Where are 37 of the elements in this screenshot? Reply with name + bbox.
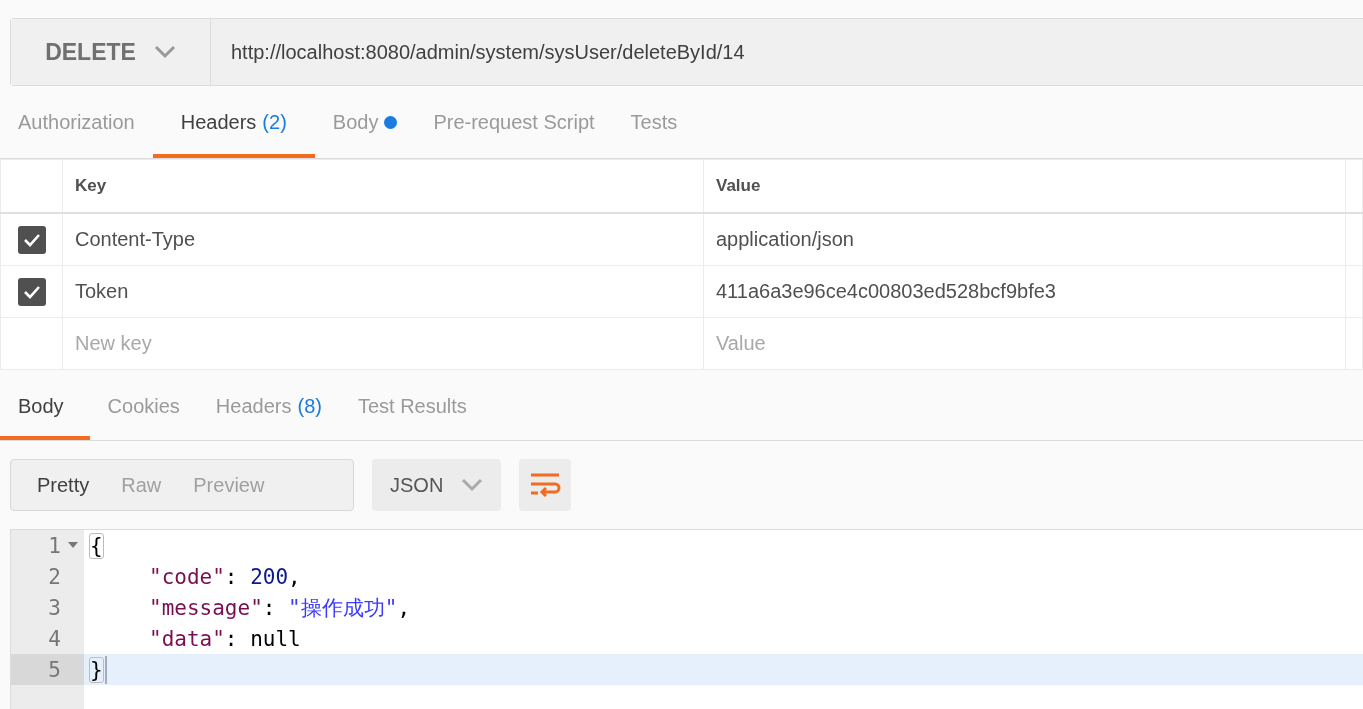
code-line: "code": 200, (148, 563, 302, 591)
checkmark-icon (22, 284, 41, 299)
line-number: 1 (11, 530, 84, 561)
header-value[interactable]: 411a6a3e96ce4c00803ed528bcf9bfe3 (703, 265, 1346, 318)
wrap-lines-icon (529, 472, 562, 498)
request-tab[interactable]: Pre-request Script (415, 90, 613, 158)
column-header: Value (703, 159, 1346, 213)
request-tab[interactable]: Body (314, 90, 416, 158)
key-input-field[interactable]: New key (62, 317, 704, 370)
checkbox[interactable] (17, 277, 46, 306)
checkbox[interactable] (17, 225, 46, 254)
fold-arrow-icon[interactable] (68, 542, 78, 548)
wrap-lines-button[interactable] (519, 459, 572, 511)
response-tab[interactable]: Body (0, 376, 90, 440)
line-number: 5 (11, 654, 84, 685)
view-mode-option[interactable]: Preview (177, 460, 281, 510)
view-mode-option[interactable]: Pretty (21, 460, 106, 510)
header-key[interactable]: Token (62, 265, 704, 318)
request-tab[interactable]: Tests (612, 90, 696, 158)
code-line: { (89, 532, 104, 560)
line-number: 3 (47, 594, 62, 622)
response-tab[interactable]: Headers (8) (197, 376, 340, 440)
header-key[interactable]: Content-Type (62, 213, 704, 266)
view-mode-option[interactable]: Raw (105, 460, 178, 510)
response-tab[interactable]: Test Results (339, 376, 485, 440)
line-number: 2 (47, 563, 62, 591)
format-dropdown[interactable]: JSON (372, 459, 502, 511)
value-input-field[interactable]: Value (703, 317, 1346, 370)
checkmark-icon (22, 232, 41, 247)
response-tab[interactable]: Cookies (89, 376, 198, 440)
code-line: "message": "操作成功", (148, 594, 412, 622)
chevron-down-icon (461, 478, 484, 492)
header-value[interactable]: application/json (703, 213, 1346, 266)
code-line: "data": null (148, 625, 302, 653)
request-tab[interactable]: Authorization (0, 90, 153, 158)
column-header: Key (62, 159, 704, 213)
line-number: 4 (47, 625, 62, 653)
